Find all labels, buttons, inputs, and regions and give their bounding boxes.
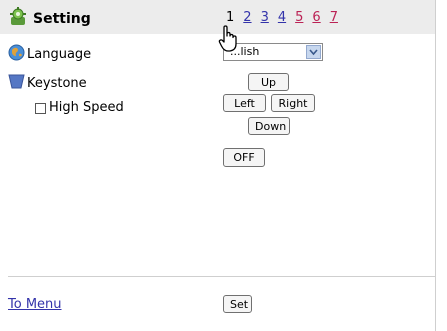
language-label: Language xyxy=(27,47,92,62)
setting-gear-icon xyxy=(8,7,28,31)
page-title: Setting xyxy=(33,11,91,27)
page-3-link[interactable]: 3 xyxy=(261,10,269,25)
keystone-label: Keystone xyxy=(27,76,87,91)
keystone-right-button[interactable]: Right xyxy=(271,94,315,112)
off-toggle-button[interactable]: OFF xyxy=(223,148,265,167)
footer-divider xyxy=(8,276,435,277)
page-header: Setting xyxy=(8,7,91,31)
page-1: 1 xyxy=(226,10,235,25)
hand-pointer-cursor-icon xyxy=(218,25,240,57)
globe-icon xyxy=(8,44,25,65)
page-navigation: 1 2 3 4 5 6 7 xyxy=(226,10,338,25)
keystone-down-button[interactable]: Down xyxy=(248,117,290,135)
high-speed-checkbox[interactable] xyxy=(35,103,46,114)
keystone-trapezoid-icon xyxy=(8,73,25,94)
keystone-up-button[interactable]: Up xyxy=(248,73,289,91)
chevron-down-icon[interactable] xyxy=(306,45,321,59)
page-6-link[interactable]: 6 xyxy=(312,10,320,25)
high-speed-label: High Speed xyxy=(49,100,124,115)
keystone-row: Keystone xyxy=(8,73,87,94)
to-menu-link[interactable]: To Menu xyxy=(8,297,62,312)
page-5-link[interactable]: 5 xyxy=(295,10,303,25)
page-4-link[interactable]: 4 xyxy=(278,10,286,25)
page-2-link[interactable]: 2 xyxy=(243,10,251,25)
language-row: Language xyxy=(8,44,91,65)
keystone-left-button[interactable]: Left xyxy=(223,94,266,112)
set-button[interactable]: Set xyxy=(223,295,252,313)
page-7-link[interactable]: 7 xyxy=(330,10,338,25)
